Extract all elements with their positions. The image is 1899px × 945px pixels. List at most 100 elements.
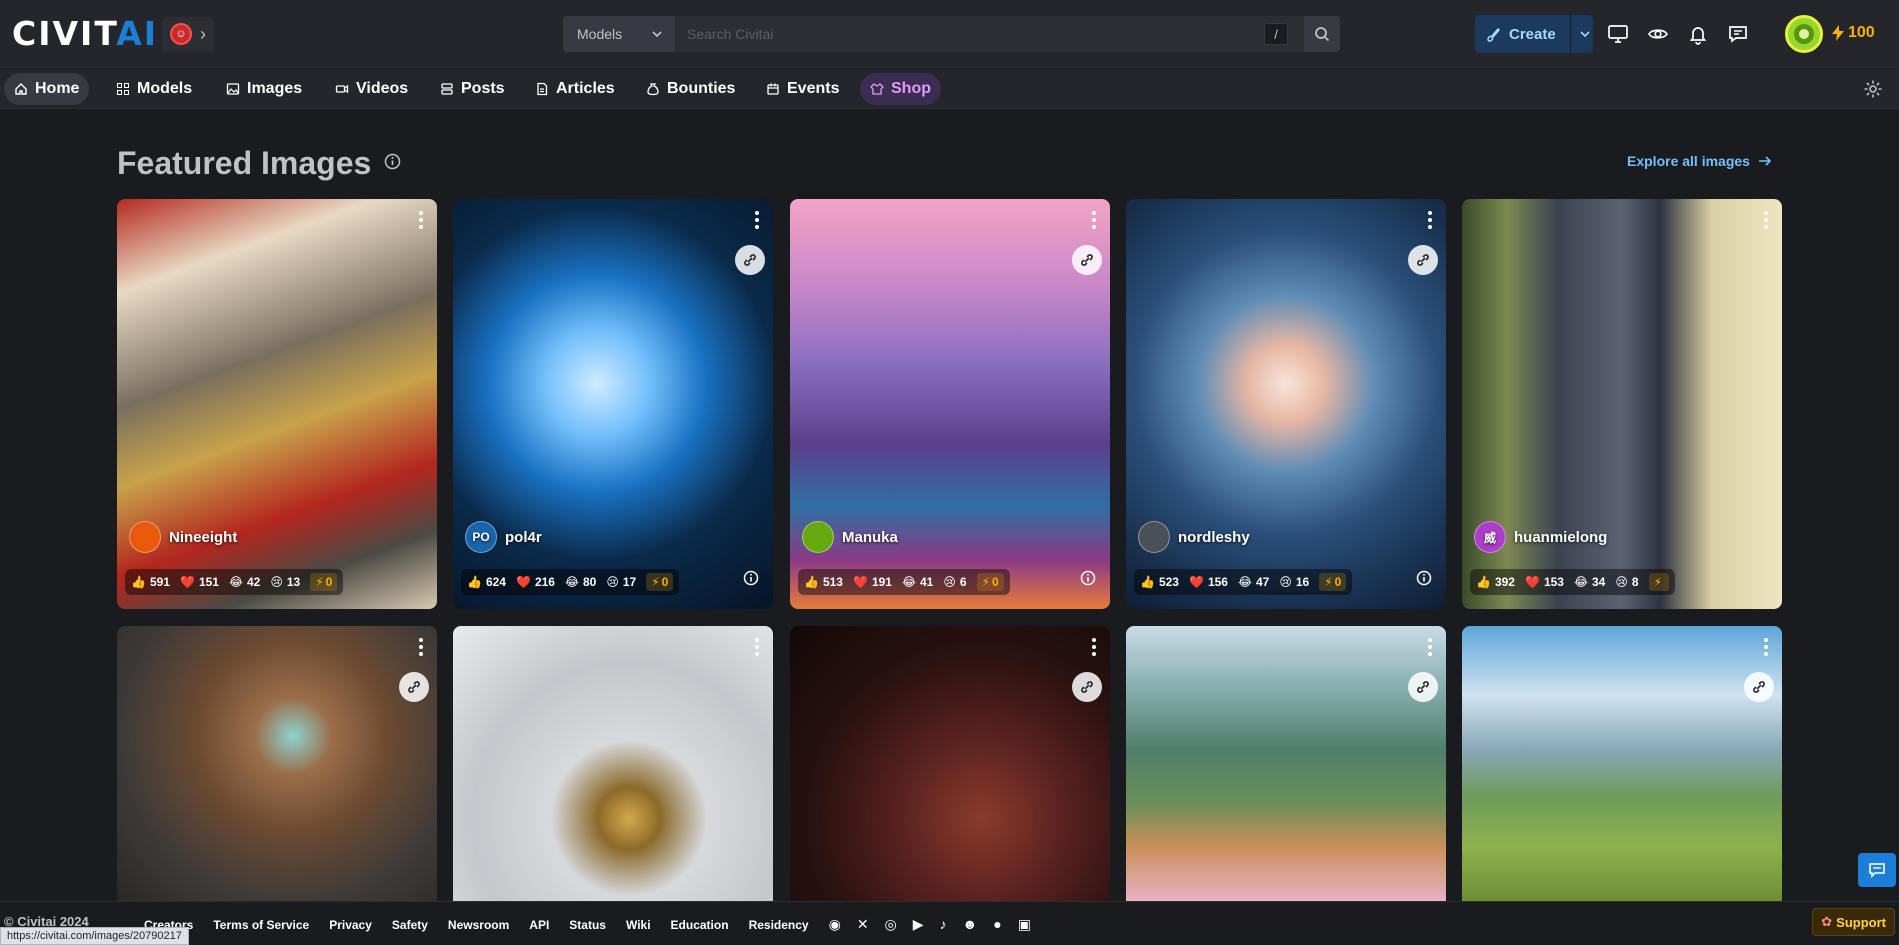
card-user[interactable]: PO pol4r <box>465 521 542 553</box>
like-reaction[interactable]: 👍 513 <box>804 575 843 589</box>
more-options-icon[interactable] <box>1428 211 1432 234</box>
more-options-icon[interactable] <box>755 638 759 661</box>
tip-buzz-button[interactable]: ⚡ 0 <box>310 573 338 591</box>
nav-events[interactable]: Events <box>756 73 849 105</box>
cry-reaction[interactable]: 😢 13 <box>270 575 300 589</box>
remix-link-button[interactable] <box>1744 672 1774 702</box>
featured-image-card[interactable] <box>1462 626 1782 901</box>
featured-image-card[interactable]: nordleshy 👍 523 ❤️ 156 😂 47 😢 16 ⚡ 0 <box>1126 199 1446 609</box>
settings-button[interactable] <box>1863 79 1883 104</box>
featured-image-card[interactable] <box>1126 626 1446 901</box>
featured-image-card[interactable]: Nineeight 👍 591 ❤️ 151 😂 42 😢 13 ⚡ 0 <box>117 199 437 609</box>
footer-link-status[interactable]: Status <box>569 918 606 932</box>
image-info-icon[interactable] <box>743 570 759 591</box>
heart-reaction[interactable]: ❤️ 191 <box>853 575 892 589</box>
card-user[interactable]: 威 huanmielong <box>1474 521 1607 553</box>
remix-link-button[interactable] <box>399 672 429 702</box>
discord-icon[interactable]: ◉ <box>829 916 841 933</box>
more-options-icon[interactable] <box>1764 638 1768 661</box>
remix-link-button[interactable] <box>735 245 765 275</box>
footer-link-api[interactable]: API <box>529 918 549 932</box>
more-options-icon[interactable] <box>755 211 759 234</box>
nav-articles[interactable]: Articles <box>525 73 625 105</box>
tip-buzz-button[interactable]: ⚡ 0 <box>1319 573 1347 591</box>
cry-reaction[interactable]: 😢 6 <box>943 575 966 589</box>
card-user[interactable]: Manuka <box>802 521 898 553</box>
civitai-logo[interactable]: CIVITAI <box>12 16 158 52</box>
like-reaction[interactable]: 👍 624 <box>467 575 506 589</box>
cry-reaction[interactable]: 😢 16 <box>1279 575 1309 589</box>
footer-link-privacy[interactable]: Privacy <box>329 918 372 932</box>
footer-link-education[interactable]: Education <box>671 918 729 932</box>
search-input[interactable] <box>675 16 1304 52</box>
card-user[interactable]: Nineeight <box>129 521 237 553</box>
cry-reaction[interactable]: 😢 8 <box>1615 575 1638 589</box>
more-options-icon[interactable] <box>419 638 423 661</box>
chevron-down-icon[interactable] <box>1579 28 1591 40</box>
featured-image-card[interactable]: 威 huanmielong 👍 392 ❤️ 153 😂 34 😢 8 ⚡ <box>1462 199 1782 609</box>
heart-reaction[interactable]: ❤️ 216 <box>516 575 555 589</box>
footer-link-terms[interactable]: Terms of Service <box>213 918 309 932</box>
like-reaction[interactable]: 👍 523 <box>1140 575 1179 589</box>
laugh-reaction[interactable]: 😂 42 <box>229 575 260 589</box>
user-avatar-button[interactable] <box>1785 15 1823 53</box>
featured-image-card[interactable]: PO pol4r 👍 624 ❤️ 216 😂 80 😢 17 ⚡ 0 <box>453 199 773 609</box>
nav-shop[interactable]: Shop <box>860 73 941 105</box>
more-options-icon[interactable] <box>419 211 423 234</box>
explore-all-images-link[interactable]: Explore all images <box>1627 153 1772 169</box>
heart-reaction[interactable]: ❤️ 156 <box>1189 575 1228 589</box>
like-reaction[interactable]: 👍 591 <box>131 575 170 589</box>
image-info-icon[interactable] <box>1080 570 1096 591</box>
twitch-icon[interactable]: ▣ <box>1018 916 1031 933</box>
remix-link-button[interactable] <box>1408 672 1438 702</box>
heart-reaction[interactable]: ❤️ 151 <box>180 575 219 589</box>
reddit-icon[interactable]: ☻ <box>963 916 978 933</box>
featured-image-card[interactable] <box>790 626 1110 901</box>
more-options-icon[interactable] <box>1092 638 1096 661</box>
laugh-reaction[interactable]: 😂 34 <box>1574 575 1605 589</box>
featured-image-card[interactable] <box>117 626 437 901</box>
tip-buzz-button[interactable]: ⚡ 0 <box>976 573 1004 591</box>
browsing-mode-button[interactable] <box>1604 20 1632 48</box>
like-reaction[interactable]: 👍 392 <box>1476 575 1515 589</box>
footer-link-wiki[interactable]: Wiki <box>626 918 651 932</box>
nav-videos[interactable]: Videos <box>325 73 418 105</box>
cry-reaction[interactable]: 😢 17 <box>606 575 636 589</box>
tip-buzz-button[interactable]: ⚡ 0 <box>646 573 674 591</box>
tiktok-icon[interactable]: ♪ <box>940 916 947 933</box>
nav-bounties[interactable]: Bounties <box>636 73 745 105</box>
card-user[interactable]: nordleshy <box>1138 521 1250 553</box>
x-icon[interactable]: ✕ <box>857 916 869 933</box>
footer-link-residency[interactable]: Residency <box>749 918 809 932</box>
chat-widget-button[interactable] <box>1858 853 1896 887</box>
notifications-button[interactable] <box>1684 20 1712 48</box>
nav-posts[interactable]: Posts <box>430 73 515 105</box>
create-button[interactable]: Create <box>1475 15 1593 53</box>
more-options-icon[interactable] <box>1764 211 1768 234</box>
remix-link-button[interactable] <box>1072 672 1102 702</box>
tip-buzz-button[interactable]: ⚡ <box>1648 573 1669 591</box>
event-badge-selector[interactable]: ☺ › <box>162 17 214 51</box>
featured-image-card[interactable]: Manuka 👍 513 ❤️ 191 😂 41 😢 6 ⚡ 0 <box>790 199 1110 609</box>
laugh-reaction[interactable]: 😂 47 <box>1238 575 1269 589</box>
search-button[interactable] <box>1304 16 1340 52</box>
remix-link-button[interactable] <box>1408 245 1438 275</box>
support-button[interactable]: ✿ Support <box>1812 908 1895 936</box>
instagram-icon[interactable]: ◎ <box>885 916 897 933</box>
buzz-balance[interactable]: 100 <box>1832 24 1875 42</box>
content-filter-button[interactable] <box>1644 20 1672 48</box>
nav-home[interactable]: Home <box>4 73 90 105</box>
footer-link-newsroom[interactable]: Newsroom <box>448 918 509 932</box>
more-options-icon[interactable] <box>1428 638 1432 661</box>
featured-image-card[interactable] <box>453 626 773 901</box>
remix-link-button[interactable] <box>1072 245 1102 275</box>
nav-images[interactable]: Images <box>216 73 312 105</box>
nav-models[interactable]: Models <box>106 73 202 105</box>
chat-button[interactable] <box>1724 20 1752 48</box>
laugh-reaction[interactable]: 😂 41 <box>902 575 933 589</box>
more-options-icon[interactable] <box>1092 211 1096 234</box>
footer-link-safety[interactable]: Safety <box>392 918 428 932</box>
youtube-icon[interactable]: ▶ <box>913 916 924 933</box>
heart-reaction[interactable]: ❤️ 153 <box>1525 575 1564 589</box>
github-icon[interactable]: ● <box>993 916 1001 933</box>
